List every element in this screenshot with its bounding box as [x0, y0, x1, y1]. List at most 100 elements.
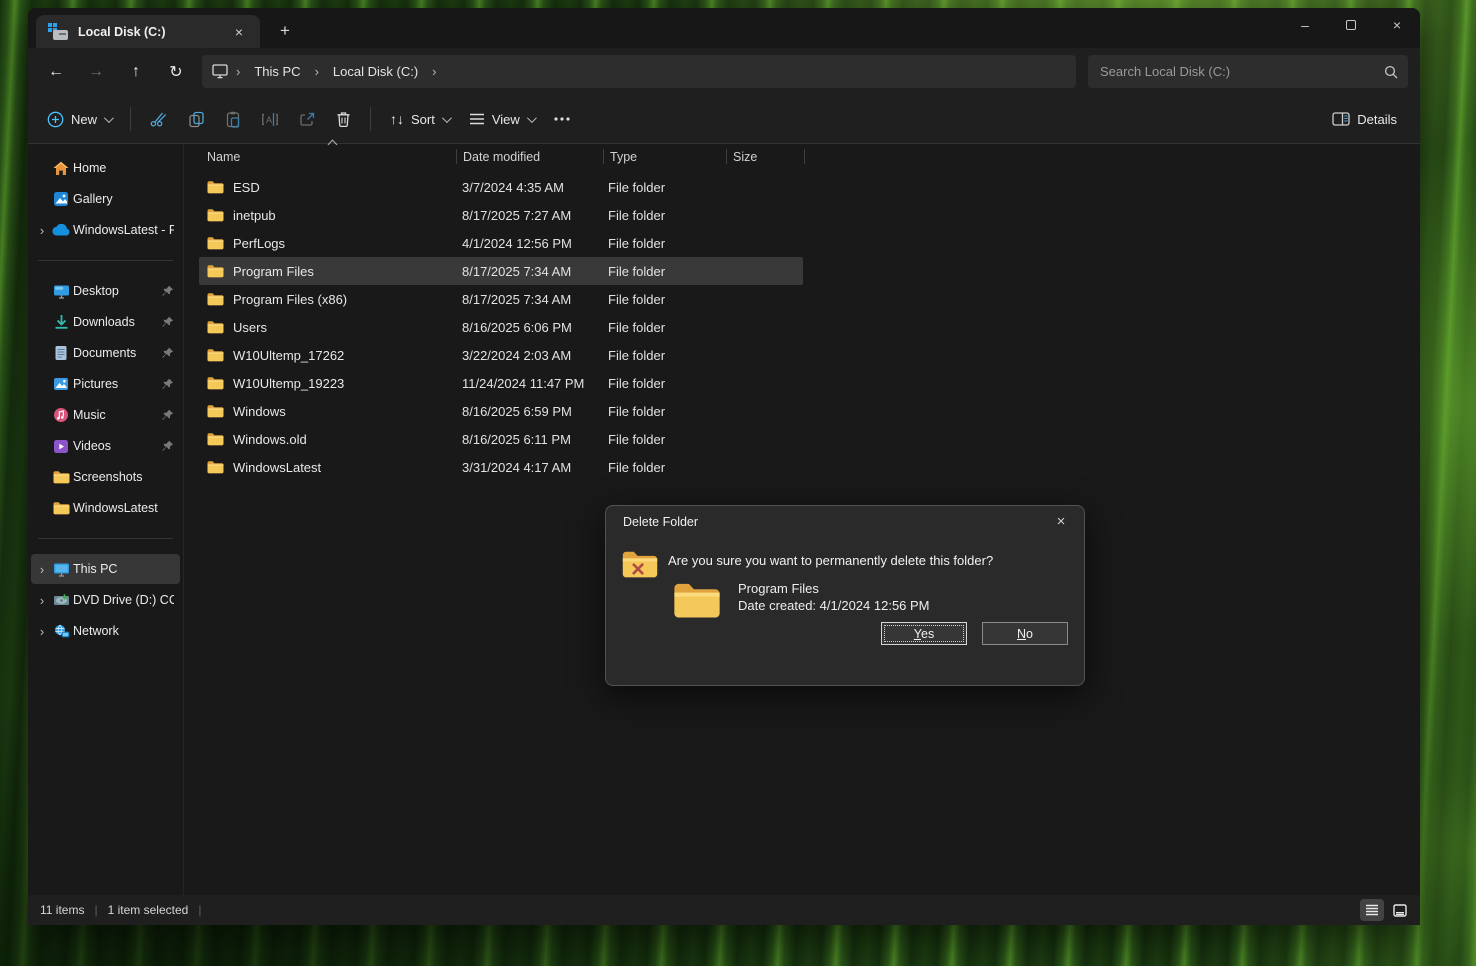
minimize-button[interactable]: –	[1282, 8, 1328, 42]
sidebar-item-dvd-drive[interactable]: › DVD Drive (D:) CCC	[31, 585, 180, 615]
cut-button[interactable]	[141, 102, 177, 136]
chevron-expand-icon[interactable]: ›	[35, 223, 49, 238]
breadcrumb-this-pc[interactable]: This PC	[248, 61, 306, 82]
sidebar-item-gallery[interactable]: Gallery	[31, 184, 180, 214]
file-date: 11/24/2024 11:47 PM	[456, 376, 602, 391]
file-row-users[interactable]: Users 8/16/2025 6:06 PM File folder	[199, 313, 803, 341]
chevron-expand-icon[interactable]: ›	[35, 593, 49, 608]
close-button[interactable]: ×	[1374, 8, 1420, 42]
no-key: N	[1017, 627, 1026, 641]
sidebar-item-label: Downloads	[73, 315, 160, 329]
file-row-inetpub[interactable]: inetpub 8/17/2025 7:27 AM File folder	[199, 201, 803, 229]
tab-bar: Local Disk (C:) × + – ×	[28, 8, 1420, 48]
sidebar-item-videos[interactable]: Videos	[31, 431, 180, 461]
sidebar-item-label: This PC	[73, 562, 174, 576]
sidebar-item-label: WindowsLatest	[73, 501, 174, 515]
file-date: 8/17/2025 7:34 AM	[456, 292, 602, 307]
explorer-tab[interactable]: Local Disk (C:) ×	[36, 15, 260, 48]
view-button[interactable]: View	[460, 102, 543, 136]
folder-icon	[207, 432, 224, 446]
details-pane-button[interactable]: Details	[1323, 102, 1406, 136]
column-header-date-modified[interactable]: Date modified	[457, 150, 603, 164]
file-row-program-files[interactable]: Program Files 8/17/2025 7:34 AM File fol…	[199, 257, 803, 285]
column-header-type[interactable]: Type	[604, 150, 726, 164]
file-row-windows-old[interactable]: Windows.old 8/16/2025 6:11 PM File folde…	[199, 425, 803, 453]
onedrive-cloud-icon	[51, 221, 71, 239]
this-pc-icon	[51, 560, 71, 578]
sidebar-item-label: Gallery	[73, 192, 174, 206]
file-date: 8/16/2025 6:06 PM	[456, 320, 602, 335]
file-date: 8/16/2025 6:59 PM	[456, 404, 602, 419]
share-button[interactable]	[290, 102, 325, 136]
sort-button-label: Sort	[411, 112, 435, 127]
paste-button[interactable]	[216, 102, 250, 136]
up-button[interactable]: ↑	[118, 56, 154, 88]
dialog-body: × Are you sure you want to permanently d…	[606, 537, 1084, 655]
search-box[interactable]	[1088, 55, 1408, 88]
search-icon	[1384, 65, 1398, 79]
sidebar-item-screenshots[interactable]: Screenshots	[31, 462, 180, 492]
file-row-w10ultemp-19223[interactable]: W10Ultemp_19223 11/24/2024 11:47 PM File…	[199, 369, 803, 397]
sidebar-divider	[38, 260, 173, 261]
dialog-title-bar[interactable]: Delete Folder ×	[606, 506, 1084, 537]
file-row-windows[interactable]: Windows 8/16/2025 6:59 PM File folder	[199, 397, 803, 425]
file-row-esd[interactable]: ESD 3/7/2024 4:35 AM File folder	[199, 173, 803, 201]
copy-button[interactable]	[179, 102, 214, 136]
file-row-windowslatest[interactable]: WindowsLatest 3/31/2024 4:17 AM File fol…	[199, 453, 803, 481]
file-row-w10ultemp-17262[interactable]: W10Ultemp_17262 3/22/2024 2:03 AM File f…	[199, 341, 803, 369]
file-type: File folder	[602, 376, 724, 391]
sidebar-item-music[interactable]: Music	[31, 400, 180, 430]
dialog-buttons: Yes No	[606, 622, 1068, 645]
delete-button[interactable]	[327, 102, 360, 136]
cut-icon	[150, 112, 168, 127]
window-controls: – ×	[1282, 8, 1420, 42]
search-input[interactable]	[1100, 64, 1384, 79]
breadcrumb[interactable]: › This PC › Local Disk (C:) ›	[202, 55, 1076, 88]
forward-button[interactable]: →	[78, 56, 114, 88]
chevron-down-icon	[527, 113, 537, 123]
refresh-button[interactable]: ↻	[158, 56, 194, 88]
new-button[interactable]: New	[38, 102, 120, 136]
folder-icon	[207, 264, 224, 278]
file-type: File folder	[602, 208, 724, 223]
chevron-expand-icon[interactable]: ›	[35, 624, 49, 639]
yes-button[interactable]: Yes	[881, 622, 967, 645]
large-icons-view-button[interactable]	[1388, 899, 1412, 921]
file-row-program-files-x86[interactable]: Program Files (x86) 8/17/2025 7:34 AM Fi…	[199, 285, 803, 313]
dialog-item-name: Program Files	[738, 580, 930, 597]
folder-icon	[51, 468, 71, 486]
chevron-right-icon: ›	[313, 64, 321, 79]
sidebar-item-home[interactable]: Home	[31, 153, 180, 183]
sidebar-divider	[38, 538, 173, 539]
column-divider[interactable]	[804, 149, 805, 164]
details-button-label: Details	[1357, 112, 1397, 127]
pin-icon	[162, 347, 174, 359]
new-tab-button[interactable]: +	[270, 16, 300, 46]
chevron-expand-icon[interactable]: ›	[35, 562, 49, 577]
rename-button[interactable]: A	[252, 102, 288, 136]
column-header-size[interactable]: Size	[727, 150, 804, 164]
sidebar-item-documents[interactable]: Documents	[31, 338, 180, 368]
sidebar-item-network[interactable]: › Network	[31, 616, 180, 646]
back-button[interactable]: ←	[38, 56, 74, 88]
sidebar-item-downloads[interactable]: Downloads	[31, 307, 180, 337]
file-row-perflogs[interactable]: PerfLogs 4/1/2024 12:56 PM File folder	[199, 229, 803, 257]
sort-button[interactable]: ↑↓ Sort	[381, 102, 458, 136]
tab-close-icon[interactable]: ×	[228, 21, 250, 43]
sidebar-item-desktop[interactable]: Desktop	[31, 276, 180, 306]
file-name: Program Files (x86)	[233, 292, 347, 307]
maximize-button[interactable]	[1328, 8, 1374, 42]
details-view-button[interactable]	[1360, 899, 1384, 921]
dialog-close-icon[interactable]: ×	[1048, 510, 1074, 534]
sidebar-item-pictures[interactable]: Pictures	[31, 369, 180, 399]
sidebar-item-windowslatest[interactable]: WindowsLatest	[31, 493, 180, 523]
file-date: 8/17/2025 7:27 AM	[456, 208, 602, 223]
see-more-button[interactable]	[545, 102, 579, 136]
sidebar-item-onedrive[interactable]: › WindowsLatest - Pe	[31, 215, 180, 245]
sidebar-item-this-pc[interactable]: › This PC	[31, 554, 180, 584]
breadcrumb-local-disk[interactable]: Local Disk (C:)	[327, 61, 424, 82]
navigation-sidebar: Home Gallery › WindowsLatest - Pe	[28, 144, 183, 895]
status-bar: 11 items | 1 item selected |	[28, 895, 1420, 925]
no-button[interactable]: No	[982, 622, 1068, 645]
column-header-name[interactable]: Name	[199, 150, 456, 164]
